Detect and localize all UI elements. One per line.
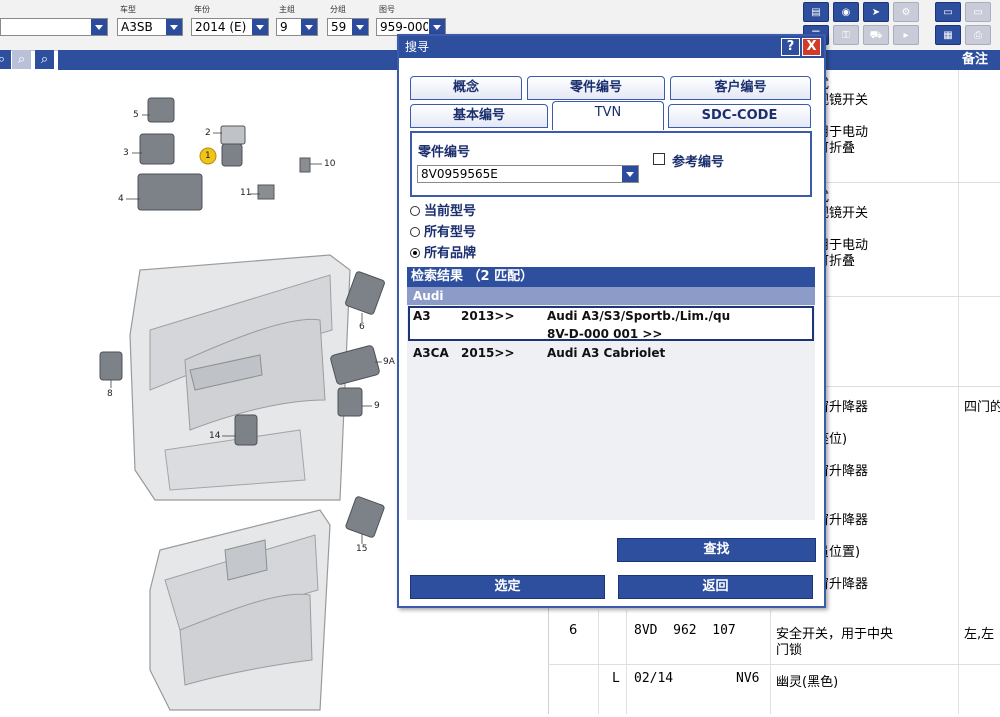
document-icon[interactable]: ▦ — [935, 25, 961, 45]
part-description: 门锁 — [776, 643, 803, 658]
column-divider — [770, 610, 771, 714]
chevron-down-icon[interactable] — [251, 19, 268, 35]
reference-checkbox[interactable] — [653, 153, 665, 165]
part-code: NV6 — [736, 671, 760, 686]
subgroup-select[interactable]: 59 — [327, 18, 369, 36]
callout-label: 5 — [133, 110, 139, 120]
export-icon[interactable]: ⎙ — [965, 25, 991, 45]
radio-icon — [410, 226, 420, 237]
dialog-title: 搜寻 — [405, 40, 430, 54]
callout-label: 4 — [118, 194, 124, 204]
row-divider — [826, 296, 1000, 297]
field-label-subgroup: 分组 — [330, 5, 346, 14]
result-description: Audi A3 Cabriolet — [547, 346, 666, 360]
result-code: A3 — [413, 309, 431, 323]
tab-part-number[interactable]: 零件编号 — [527, 76, 665, 100]
select-button[interactable]: 选定 — [410, 575, 605, 599]
field-label-illustration: 图号 — [379, 5, 395, 14]
callout-label: 6 — [359, 322, 365, 332]
zoom-in-icon[interactable]: ⌕ — [0, 50, 11, 69]
tab-tvn[interactable]: TVN — [552, 101, 664, 130]
tab-base-number[interactable]: 基本编号 — [410, 104, 548, 128]
settings-icon[interactable]: ⚙ — [893, 2, 919, 22]
field-label-model: 车型 — [120, 5, 136, 14]
chevron-down-icon[interactable] — [300, 19, 317, 35]
result-year: 2013>> — [461, 309, 515, 323]
callout-label: 10 — [324, 159, 336, 169]
callout-label: 1 — [205, 151, 211, 161]
radio-all-models[interactable]: 所有型号 — [410, 221, 476, 240]
close-button[interactable]: X — [802, 38, 821, 56]
part-description: 幽灵(黑色) — [776, 675, 839, 690]
callout-label: 9 — [374, 401, 380, 411]
callout-label: 3 — [123, 148, 129, 158]
back-button[interactable]: 返回 — [618, 575, 813, 599]
tab-concept[interactable]: 概念 — [410, 76, 522, 100]
vehicle-select[interactable]: A3SB — [117, 18, 183, 36]
callout-label: 2 — [205, 128, 211, 138]
search-button[interactable]: 查找 — [617, 538, 816, 562]
radio-icon — [410, 205, 420, 216]
results-header: 检索结果 （2 匹配） — [407, 267, 815, 287]
column-divider — [958, 70, 959, 714]
field-label-year: 年份 — [194, 5, 210, 14]
chevron-down-icon[interactable] — [351, 19, 368, 35]
result-year: 2015>> — [461, 346, 515, 360]
tab-customer-number[interactable]: 客户编号 — [670, 76, 811, 100]
part-number-label: 零件编号 — [418, 145, 471, 160]
model-select[interactable] — [0, 18, 108, 36]
result-description: Audi A3/S3/Sportb./Lim./qu — [547, 309, 731, 323]
dialog-title-bar: 搜寻 — [399, 36, 824, 58]
part-number-group — [410, 131, 812, 197]
arrow-right-icon[interactable]: ▸ — [893, 25, 919, 45]
part-remark: 左,左 — [964, 627, 995, 642]
zoom-out-icon[interactable]: ⌕ — [35, 50, 54, 69]
dialog-icon[interactable]: ▭ — [965, 2, 991, 22]
part-date: 02/14 — [634, 671, 674, 686]
callout-label: 9A — [383, 357, 395, 367]
key-icon[interactable]: ⚿ — [833, 25, 859, 45]
radio-all-brands[interactable]: 所有品牌 — [410, 242, 476, 261]
elsa-icon[interactable]: ▭ — [935, 2, 961, 22]
field-label-main-group: 主组 — [279, 5, 295, 14]
results-brand-group: Audi — [407, 287, 815, 305]
result-description: 8V-D-000 001 >> — [547, 327, 663, 341]
tab-sdc-code[interactable]: SDC-CODE — [668, 104, 811, 128]
callout-label: 14 — [209, 431, 221, 441]
column-divider — [626, 610, 627, 714]
chevron-down-icon[interactable] — [621, 166, 638, 182]
zoom-fit-icon[interactable]: ⌕ — [12, 50, 31, 69]
year-select[interactable]: 2014 (E) — [191, 18, 269, 36]
column-header-remark: 备注 — [962, 52, 989, 67]
chevron-down-icon[interactable] — [428, 19, 445, 35]
part-flag: L — [612, 671, 620, 686]
part-number: 8VD 962 107 — [634, 623, 736, 638]
column-divider — [598, 610, 599, 714]
help-button[interactable]: ? — [781, 38, 800, 56]
vehicle-icon[interactable]: ➤ — [863, 2, 889, 22]
row-divider — [826, 386, 1000, 387]
row-divider — [548, 664, 1000, 665]
result-code: A3CA — [413, 346, 449, 360]
car-icon[interactable]: ⛟ — [863, 25, 889, 45]
callout-label: 11 — [240, 188, 252, 198]
callout-label: 15 — [356, 544, 368, 554]
main-group-select[interactable]: 9 — [276, 18, 318, 36]
part-remark: 四门的 — [964, 400, 1000, 415]
part-number-input[interactable]: 8V0959565E — [417, 165, 639, 183]
row-divider — [826, 182, 1000, 183]
disc-icon[interactable]: ◉ — [833, 2, 859, 22]
radio-selected-icon — [410, 247, 420, 258]
radio-current-model[interactable]: 当前型号 — [410, 200, 476, 219]
print-icon[interactable]: ▤ — [803, 2, 829, 22]
part-position: 6 — [569, 623, 578, 638]
chevron-down-icon[interactable] — [90, 19, 107, 35]
callout-label: 8 — [107, 389, 113, 399]
diagram-header-bar — [58, 50, 400, 70]
reference-checkbox-label: 参考编号 — [672, 155, 725, 170]
chevron-down-icon[interactable] — [165, 19, 182, 35]
